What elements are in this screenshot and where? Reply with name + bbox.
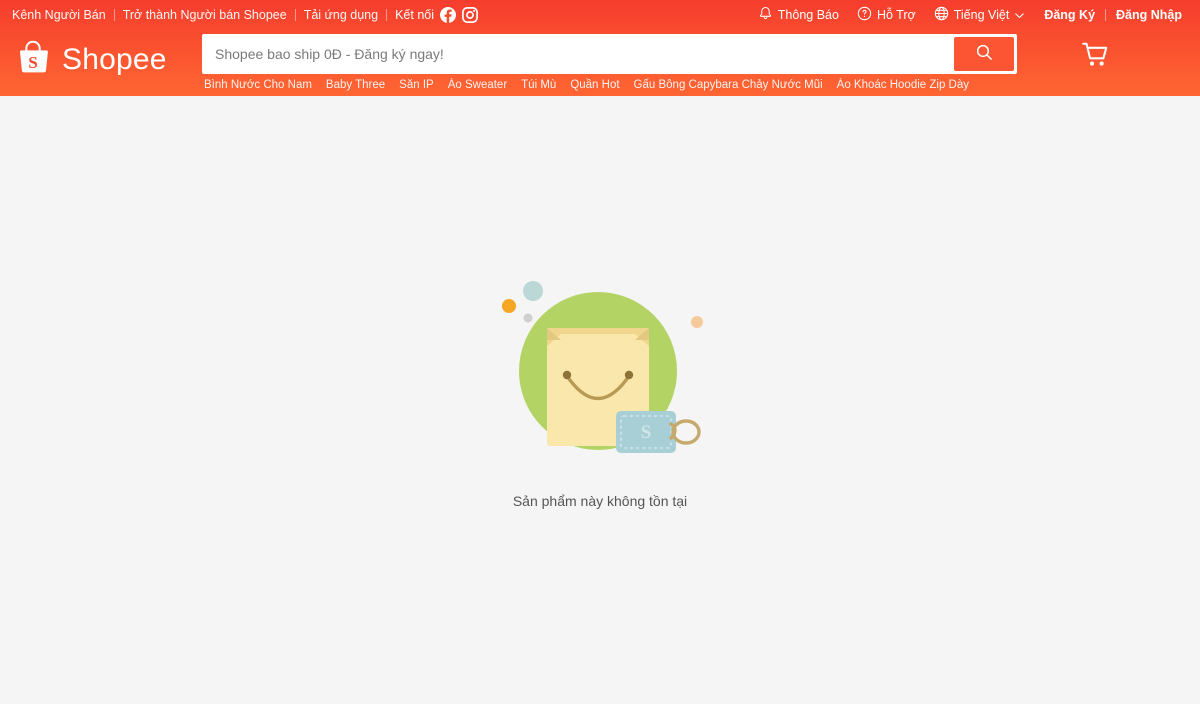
- shopee-bag-logo: S: [12, 37, 54, 84]
- keyword-link[interactable]: Quần Hot: [570, 79, 619, 91]
- chevron-down-icon: [1014, 10, 1025, 21]
- bell-icon: [758, 6, 773, 24]
- facebook-icon[interactable]: [440, 7, 456, 23]
- shopping-cart-icon: [1080, 40, 1110, 75]
- bag-handle-anchor-right: [624, 370, 634, 380]
- price-tag: S: [616, 411, 701, 453]
- top-utility-bar: Kênh Người Bán Trở thành Người bán Shope…: [0, 0, 1200, 30]
- price-tag-letter: S: [641, 422, 652, 443]
- topbar-link-download-app[interactable]: Tải ứng dụng: [296, 8, 386, 22]
- svg-text:S: S: [28, 53, 38, 72]
- language-selector[interactable]: Tiếng Việt: [925, 6, 1035, 24]
- search-button[interactable]: [954, 36, 1014, 71]
- shopee-logo[interactable]: S Shopee: [12, 37, 192, 84]
- header-main-row: S Shopee Bình Nước Cho Nam: [0, 30, 1200, 94]
- topbar-link-become-seller[interactable]: Trở thành Người bán Shopee: [115, 8, 295, 22]
- search-input[interactable]: [205, 45, 954, 62]
- keyword-link[interactable]: Săn IP: [399, 79, 434, 91]
- site-header: Kênh Người Bán Trở thành Người bán Shope…: [0, 0, 1200, 96]
- notifications-button[interactable]: Thông Báo: [749, 6, 848, 24]
- login-link[interactable]: Đăng Nhập: [1106, 8, 1192, 22]
- decor-dot-teal: [523, 281, 543, 301]
- decor-dot-gray: [523, 313, 533, 323]
- page-main: S Sản phẩm này không tồn tại: [0, 96, 1200, 686]
- keyword-link[interactable]: Gấu Bông Capybara Chảy Nước Mũi: [634, 79, 823, 91]
- keyword-link[interactable]: Áo Khoác Hoodie Zip Dày: [837, 79, 969, 91]
- topbar-connect-group: Kết nối: [387, 7, 484, 23]
- search-area: Bình Nước Cho Nam Baby Three Săn IP Áo S…: [202, 33, 1017, 91]
- instagram-icon[interactable]: [462, 7, 478, 23]
- topbar-right-links: Thông Báo Hỗ Trợ Tiếng Việt Đăng Ký Đăng…: [749, 6, 1192, 24]
- empty-state-message: Sản phẩm này không tồn tại: [512, 493, 688, 509]
- notifications-label: Thông Báo: [777, 8, 839, 22]
- topbar-left-links: Kênh Người Bán Trở thành Người bán Shope…: [4, 7, 484, 23]
- question-circle-icon: [857, 6, 872, 24]
- keyword-link[interactable]: Túi Mù: [521, 79, 556, 91]
- signup-link[interactable]: Đăng Ký: [1034, 8, 1105, 22]
- support-label: Hỗ Trợ: [876, 8, 916, 22]
- support-button[interactable]: Hỗ Trợ: [848, 6, 925, 24]
- empty-state: S Sản phẩm này không tồn tại: [485, 266, 715, 509]
- shopee-logo-text: Shopee: [62, 43, 167, 76]
- bag-handle-anchor-left: [562, 370, 572, 380]
- shopping-cart-button[interactable]: [1080, 40, 1110, 75]
- topbar-link-seller-channel[interactable]: Kênh Người Bán: [4, 8, 114, 22]
- keyword-link[interactable]: Bình Nước Cho Nam: [204, 79, 312, 91]
- auth-links: Đăng Ký Đăng Nhập: [1034, 8, 1192, 22]
- search-box: [202, 33, 1017, 74]
- language-label: Tiếng Việt: [953, 8, 1010, 22]
- cart-area: [1035, 40, 1155, 75]
- search-icon: [975, 43, 994, 65]
- connect-label: Kết nối: [395, 8, 434, 22]
- globe-icon: [934, 6, 949, 24]
- empty-product-bag-illustration: S: [485, 266, 715, 471]
- keyword-link[interactable]: Áo Sweater: [448, 79, 507, 91]
- decor-dot-orange: [502, 299, 516, 313]
- keyword-link[interactable]: Baby Three: [326, 79, 385, 91]
- hot-keywords: Bình Nước Cho Nam Baby Three Săn IP Áo S…: [202, 79, 1017, 91]
- decor-dot-peach: [691, 316, 703, 328]
